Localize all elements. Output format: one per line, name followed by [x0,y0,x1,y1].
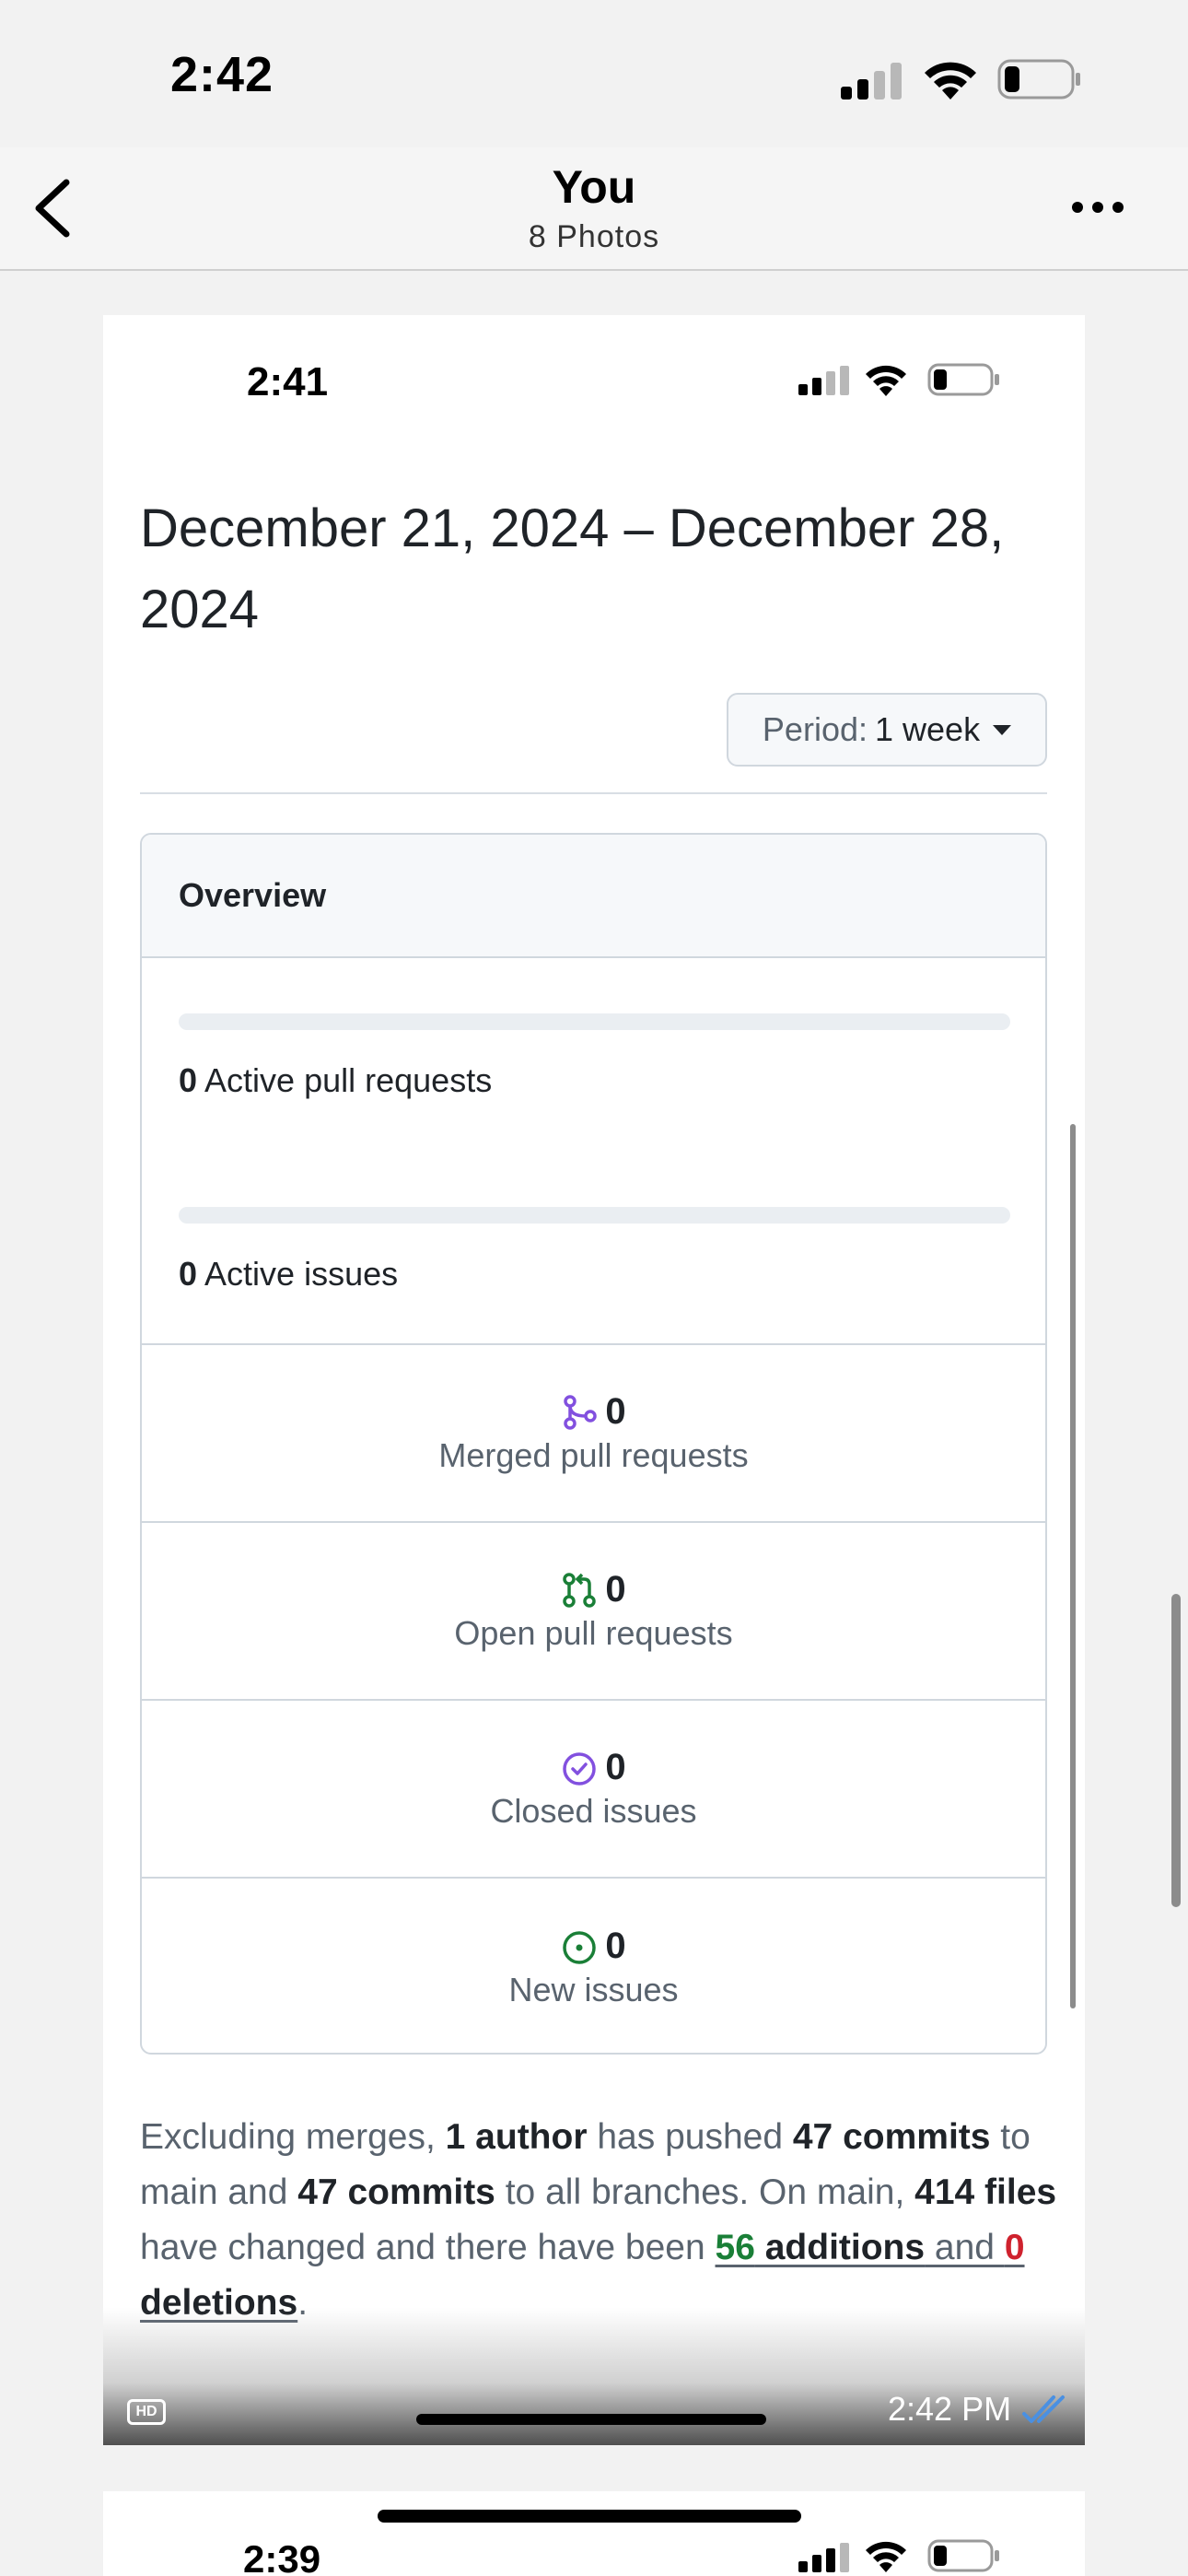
read-receipt-icon [1022,2395,1065,2423]
commits-main-count[interactable]: 47 commits [793,2117,991,2157]
new-issues-row[interactable]: 0 New issues [142,1879,1045,2053]
summary-text-part: Excluding merges, [140,2117,446,2157]
outer-scrollbar[interactable] [1171,1594,1181,1907]
home-indicator [416,2414,766,2425]
period-date-range: December 21, 2024 – December 28, 2024 [140,498,1005,639]
merged-pull-requests-label: Merged pull requests [438,1436,749,1474]
period-select-button[interactable]: Period: 1 week [727,693,1047,767]
hd-badge: HD [127,2399,166,2425]
inner-scrollbar [1070,1124,1076,2008]
summary-text-part: to all branches. On main, [495,2172,915,2212]
issue-closed-icon [563,1751,597,1786]
files-changed-count: 414 files [914,2172,1057,2212]
overview-summary: 0 Active pull requests 0 Active issues [142,958,1045,1345]
home-indicator [378,2510,801,2523]
closed-issues-row[interactable]: 0 Closed issues [142,1701,1045,1879]
wifi-icon [866,2541,906,2572]
more-options-icon[interactable] [1068,189,1127,226]
merged-pull-requests-row[interactable]: 0 Merged pull requests [142,1345,1045,1523]
closed-issues-count: 0 [605,1747,626,1787]
active-pull-requests-count: 0 [179,1061,198,1099]
battery-icon [997,59,1080,100]
ios-status-bar: 2:42 [0,0,1188,147]
period-label: Period: [762,710,868,748]
active-pull-requests-label: Active pull requests [204,1061,493,1099]
summary-text-part: and [925,2228,1005,2267]
additions-count: 56 [715,2228,755,2267]
battery-icon [927,2539,999,2572]
active-pull-requests-bar [179,1013,1010,1030]
next-photo-status-time: 2:39 [243,2537,321,2576]
active-issues-count: 0 [179,1255,198,1293]
active-pull-requests-stat[interactable]: 0 Active pull requests [179,1061,492,1100]
cellular-signal-icon [798,2543,849,2572]
active-issues-label: Active issues [204,1255,399,1293]
cellular-signal-icon [841,63,902,100]
open-pull-requests-count: 0 [605,1569,626,1610]
photo-viewer-image[interactable]: 2:41 December 21, 2024 – December 28, 20… [103,315,1085,2445]
overview-header: Overview [142,835,1045,958]
pull-request-icon [563,1572,597,1608]
commit-summary-text: Excluding merges, 1 author has pushed 47… [140,2110,1061,2331]
nav-subtitle: 8 Photos [528,219,660,254]
battery-icon [927,363,999,396]
wifi-icon [866,365,906,396]
wifi-icon [925,62,976,100]
active-issues-bar [179,1207,1010,1224]
commits-all-count[interactable]: 47 commits [297,2172,495,2212]
divider [140,792,1047,794]
open-pull-requests-row[interactable]: 0 Open pull requests [142,1523,1045,1701]
message-time: 2:42 PM [888,2390,1012,2428]
overview-box: Overview 0 Active pull requests 0 Active… [140,833,1047,2055]
new-issues-label: New issues [508,1971,679,2008]
issue-opened-icon [563,1930,597,1964]
inner-status-time: 2:41 [247,359,329,404]
active-issues-stat[interactable]: 0 Active issues [179,1255,398,1294]
closed-issues-label: Closed issues [490,1792,697,1830]
photos-nav-bar: You 8 Photos [0,147,1188,271]
summary-text-part: has pushed [587,2117,793,2157]
new-issues-count: 0 [605,1926,626,1966]
author-count[interactable]: 1 author [446,2117,588,2157]
cellular-signal-icon [798,366,849,395]
merged-pull-requests-count: 0 [605,1391,626,1432]
summary-text-part: have changed and there have been [140,2228,716,2267]
next-photo-preview[interactable]: 2:39 [103,2491,1085,2576]
open-pull-requests-label: Open pull requests [454,1614,733,1652]
period-value: 1 week [875,710,981,748]
deletions-count: 0 [1004,2228,1025,2267]
caret-down-icon [993,724,1012,735]
additions-label: additions [754,2228,926,2267]
nav-title: You [552,161,636,213]
merge-icon [564,1394,598,1430]
status-time: 2:42 [170,47,274,102]
